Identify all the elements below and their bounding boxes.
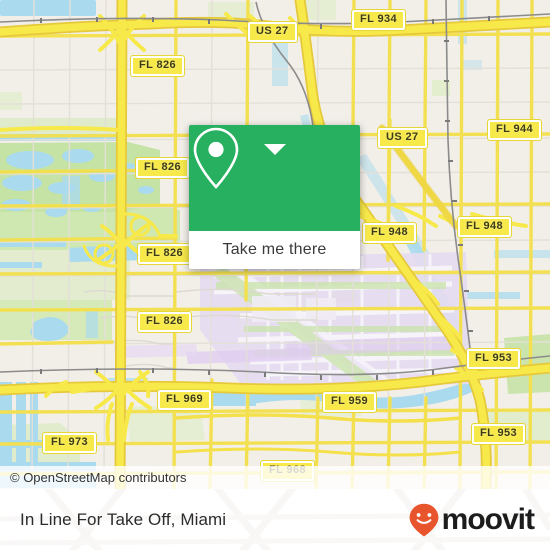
place-title: In Line For Take Off, Miami bbox=[20, 509, 227, 529]
page-footer: In Line For Take Off, Miami moovit bbox=[0, 489, 550, 550]
road-shield: FL 934 bbox=[350, 9, 407, 31]
road-shield: FL 826 bbox=[136, 243, 193, 265]
popup-card-header bbox=[189, 125, 360, 231]
road-shield: FL 826 bbox=[134, 157, 191, 179]
road-shield: US 27 bbox=[377, 127, 428, 149]
road-shield: FL 969 bbox=[156, 389, 213, 411]
road-shield: FL 826 bbox=[129, 55, 186, 77]
road-shield: FL 948 bbox=[456, 216, 513, 238]
location-pin-icon bbox=[193, 127, 239, 189]
road-shield: FL 826 bbox=[136, 311, 193, 333]
road-shield: FL 973 bbox=[41, 432, 98, 454]
road-shield: FL 948 bbox=[361, 222, 418, 244]
moovit-wordmark: moovit bbox=[441, 502, 535, 536]
map-attribution: © OpenStreetMap contributors bbox=[0, 466, 550, 489]
map-canvas[interactable]: US 27 FL 934 FL 826 US 27 FL 944 FL 826 FL 948… bbox=[0, 0, 550, 489]
screenshot-root: US 27 FL 934 FL 826 US 27 FL 944 FL 826 FL 948… bbox=[0, 0, 550, 550]
road-shield: FL 944 bbox=[486, 119, 543, 141]
take-me-there-button[interactable]: Take me there bbox=[189, 231, 360, 269]
road-shield: FL 953 bbox=[470, 423, 527, 445]
road-shield: FL 953 bbox=[465, 348, 522, 370]
moovit-brand[interactable]: moovit bbox=[409, 502, 535, 537]
road-shield: FL 959 bbox=[321, 391, 378, 413]
road-shield: US 27 bbox=[247, 21, 298, 43]
moovit-smile-pin-icon bbox=[409, 503, 439, 536]
popup-card-pointer bbox=[264, 144, 286, 155]
